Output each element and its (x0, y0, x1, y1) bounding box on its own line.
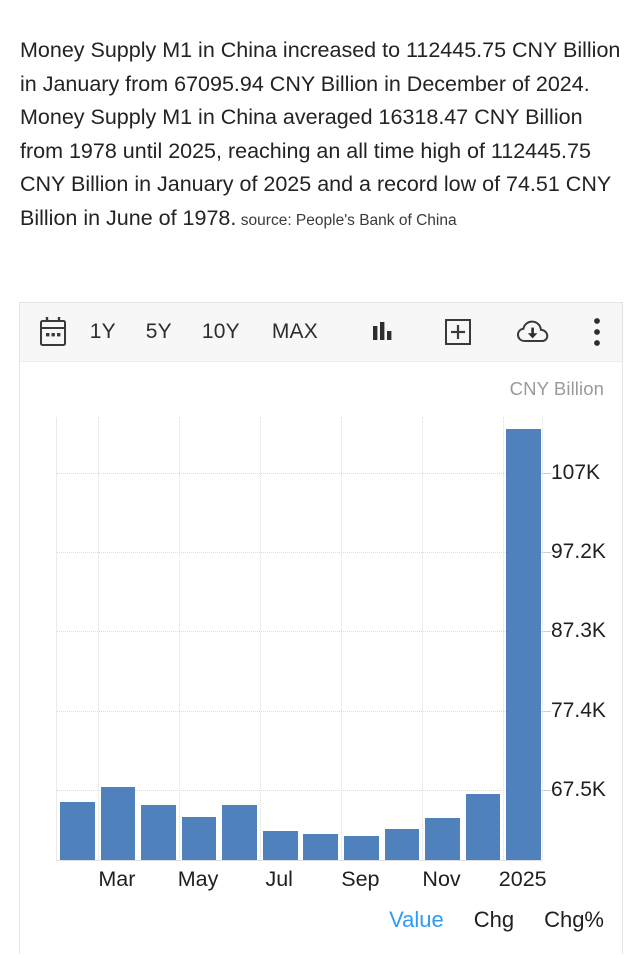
summary-block: Money Supply M1 in China increased to 11… (0, 0, 642, 235)
chart-x-axis: Mar May Jul Sep Nov 2025 (56, 867, 546, 899)
x-tick-label: Jul (265, 867, 293, 891)
summary-text: Money Supply M1 in China increased to 11… (20, 38, 621, 230)
legend-item-value[interactable]: Value (389, 907, 444, 933)
x-tick-label: 2025 (498, 867, 547, 891)
chart-toolbar: 1Y 5Y 10Y MAX (20, 302, 622, 362)
summary-paragraph: Money Supply M1 in China increased to 11… (20, 34, 622, 235)
summary-source: source: People's Bank of China (240, 211, 457, 229)
range-button-5y[interactable]: 5Y (142, 312, 176, 352)
legend-item-chgpct[interactable]: Chg% (544, 907, 604, 933)
y-tick-label: 77.4K (551, 698, 606, 722)
y-tick-label: 97.2K (551, 539, 606, 563)
y-tick-label: 107K (551, 461, 601, 485)
range-button-1y[interactable]: 1Y (86, 312, 120, 352)
x-tick-label: Sep (341, 867, 380, 891)
legend-item-chg[interactable]: Chg (474, 907, 514, 933)
range-button-max[interactable]: MAX (268, 312, 322, 352)
more-vertical-icon[interactable] (588, 312, 606, 352)
y-tick-label: 67.5K (551, 778, 606, 802)
x-tick-label: Mar (98, 867, 136, 891)
chart-card: 1Y 5Y 10Y MAX CNY Billion 67.5K 77.4K 87… (19, 302, 623, 954)
y-tick-label: 87.3K (551, 619, 606, 643)
calendar-icon[interactable] (34, 312, 72, 352)
chart-y-axis: 67.5K 77.4K 87.3K 97.2K 107K (20, 362, 622, 952)
cloud-download-icon[interactable] (516, 312, 550, 352)
y-tick-mark (543, 473, 551, 475)
y-tick-mark (543, 551, 551, 553)
y-tick-mark (543, 710, 551, 712)
y-tick-mark (543, 631, 551, 633)
chart-legend: Value Chg Chg% (389, 907, 604, 933)
chart-body: CNY Billion 67.5K 77.4K 87.3K 97.2K 107K Mar… (20, 362, 622, 952)
x-tick-label: Nov (422, 867, 461, 891)
range-button-10y[interactable]: 10Y (198, 312, 244, 352)
bar-chart-icon[interactable] (370, 312, 396, 352)
x-tick-label: May (177, 867, 219, 891)
y-tick-mark (543, 790, 551, 792)
plus-box-icon[interactable] (444, 312, 472, 352)
